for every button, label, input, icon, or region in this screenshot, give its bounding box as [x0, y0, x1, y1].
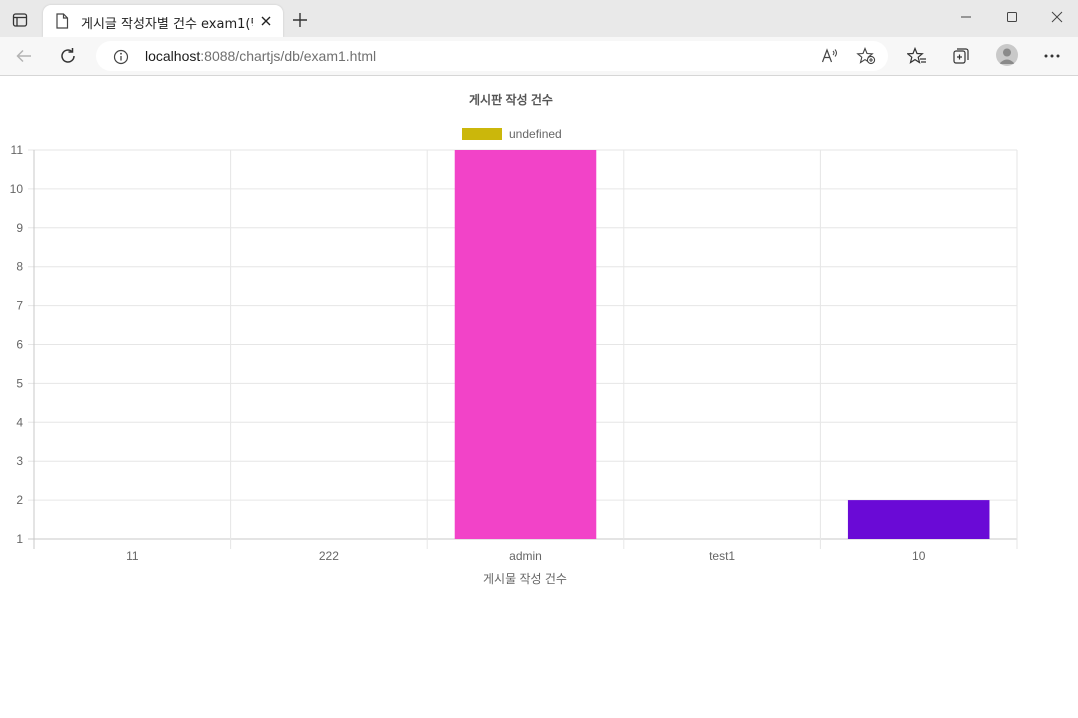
chart-title: 게시판 작성 건수: [469, 92, 553, 107]
favorites-icon[interactable]: [903, 42, 931, 70]
bar-chart: 게시판 작성 건수 undefined 1 2 3 4 5 6 7 8 9 10 11 11 222 a…: [10, 92, 1018, 586]
y-tick-label: 3: [16, 454, 23, 468]
x-tick-label: test1: [709, 549, 735, 563]
y-tick-label: 11: [11, 143, 24, 157]
x-tick-label: 11: [126, 549, 139, 563]
url-host: localhost: [145, 48, 201, 64]
browser-toolbar: localhost:8088/chartjs/db/exam1.html: [0, 37, 1078, 76]
y-tick-label: 8: [16, 260, 23, 274]
y-tick-label: 10: [10, 182, 24, 196]
y-tick-label: 9: [16, 221, 23, 235]
y-tick-label: 5: [16, 376, 23, 390]
legend-swatch[interactable]: [462, 128, 502, 140]
x-tick-label: 222: [319, 549, 339, 563]
minimize-icon[interactable]: [951, 6, 981, 28]
window-close-icon[interactable]: [1042, 6, 1072, 28]
close-icon[interactable]: [257, 12, 275, 30]
y-tick-label: 6: [16, 338, 23, 352]
plus-icon[interactable]: [288, 9, 312, 31]
collections-icon[interactable]: [947, 42, 975, 70]
url-path: :8088/chartjs/db/exam1.html: [200, 48, 377, 64]
y-tick-label: 4: [16, 415, 23, 429]
profile-icon[interactable]: [996, 44, 1018, 66]
read-aloud-icon[interactable]: [817, 43, 843, 69]
star-plus-icon[interactable]: [853, 43, 879, 69]
chart-container: 게시판 작성 건수 undefined 1 2 3 4 5 6 7 8 9 10 11 11 222 a…: [0, 76, 1078, 713]
info-icon[interactable]: [112, 48, 130, 66]
x-tick-label: 10: [912, 549, 926, 563]
y-tick-label: 1: [16, 532, 23, 546]
back-arrow-icon[interactable]: [10, 42, 38, 70]
more-icon[interactable]: [1038, 42, 1066, 70]
url-text[interactable]: localhost:8088/chartjs/db/exam1.html: [145, 48, 376, 64]
page-icon: [55, 13, 69, 29]
x-tick-label: admin: [509, 549, 542, 563]
tab-actions-icon[interactable]: [6, 8, 34, 32]
maximize-icon[interactable]: [997, 6, 1027, 28]
browser-tab[interactable]: 게시글 작성자별 건수 exam1(막: [43, 5, 283, 37]
bar-admin[interactable]: [454, 150, 597, 539]
x-axis-label: 게시물 작성 건수: [483, 572, 567, 586]
tab-title: 게시글 작성자별 건수 exam1(막: [81, 17, 253, 31]
legend-label[interactable]: undefined: [509, 127, 562, 141]
bar-10[interactable]: [847, 500, 990, 539]
y-tick-label: 7: [16, 299, 23, 313]
y-tick-label: 2: [16, 493, 23, 507]
tab-strip: 게시글 작성자별 건수 exam1(막: [0, 0, 1078, 37]
refresh-icon[interactable]: [54, 42, 82, 70]
address-bar[interactable]: localhost:8088/chartjs/db/exam1.html: [96, 41, 888, 71]
